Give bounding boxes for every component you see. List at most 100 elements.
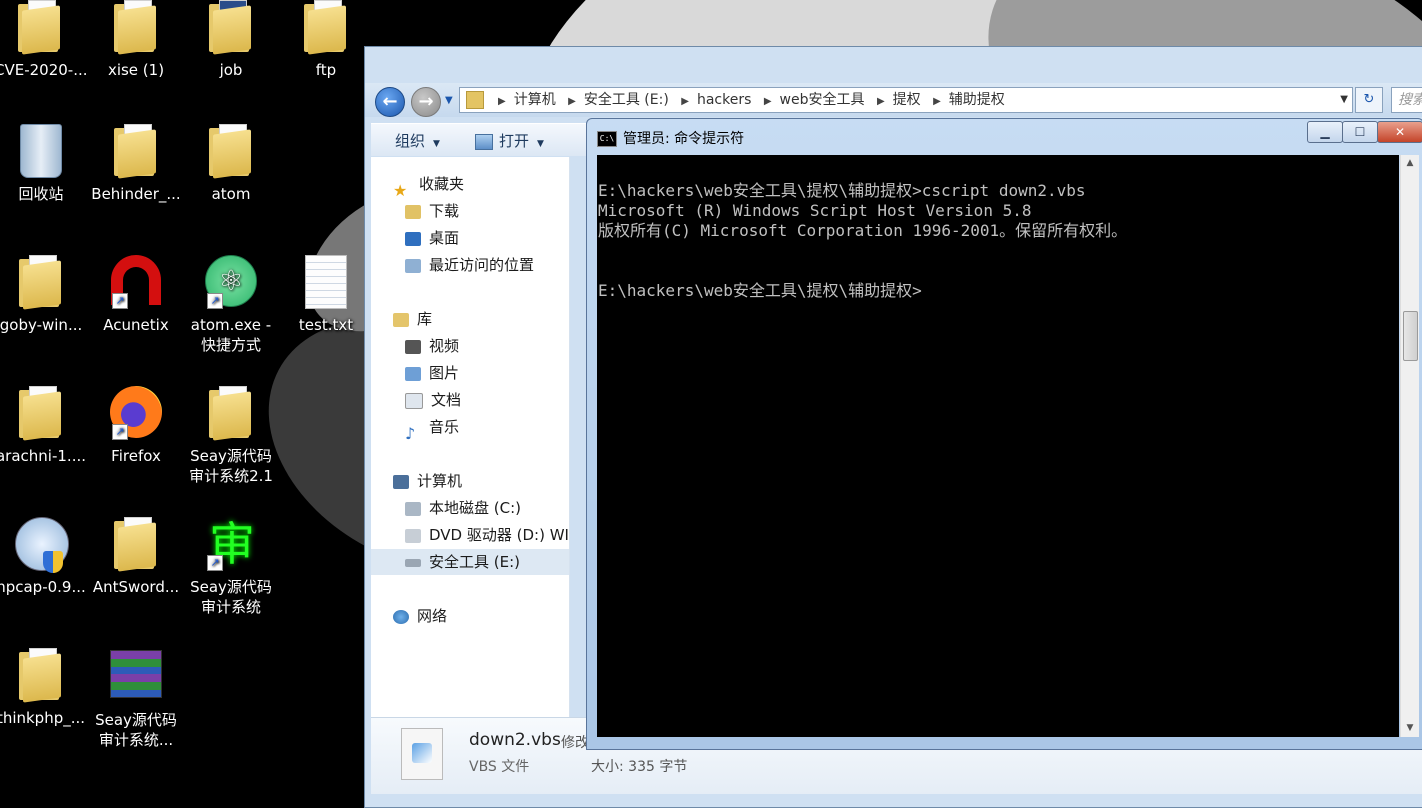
console-line: E:\hackers\web安全工具\提权\辅助提权>: [598, 281, 922, 300]
scroll-up-icon[interactable]: ▲: [1401, 155, 1419, 172]
window-title: 管理员: 命令提示符: [623, 131, 745, 147]
cmd-titlebar[interactable]: C:\ 管理员: 命令提示符 ▁ ☐ ✕: [587, 119, 1422, 155]
desktop-icon-label: 审计系统...: [98, 731, 174, 749]
desktop-icon-ftp-folder[interactable]: ftp: [280, 0, 372, 80]
nav-drive-d[interactable]: DVD 驱动器 (D:) WIN: [405, 522, 569, 548]
maximize-button[interactable]: ☐: [1342, 121, 1378, 143]
desktop-icon-atom-folder[interactable]: atom: [185, 124, 277, 204]
desktop-icon-label: atom: [211, 185, 251, 203]
desktop-icon-label: AntSword...: [92, 578, 180, 596]
desktop-icon-arachni-folder[interactable]: arachni-1....: [0, 386, 87, 466]
open-button[interactable]: 打开 ▼: [475, 130, 544, 151]
desktop-icon-acunetix[interactable]: ↗ Acunetix: [90, 255, 182, 335]
address-dropdown-icon[interactable]: ▼: [1340, 90, 1348, 110]
dvd-drive-icon: [405, 528, 421, 543]
refresh-button[interactable]: ↻: [1355, 87, 1383, 113]
cmd-icon: C:\: [597, 131, 617, 147]
desktop-icon-recycle-bin[interactable]: 回收站: [0, 124, 87, 204]
desktop-icon-xise-folder[interactable]: xise (1): [90, 0, 182, 80]
nav-music[interactable]: ♪ 音乐: [405, 414, 460, 443]
desktop-icon-label: Acunetix: [103, 316, 169, 334]
folder-icon: [15, 255, 67, 311]
refresh-icon: ↻: [1363, 92, 1375, 107]
desktop-icon-goby-folder[interactable]: goby-win...: [0, 255, 87, 335]
chevron-right-icon[interactable]: ▶: [681, 96, 689, 107]
close-button[interactable]: ✕: [1377, 121, 1422, 143]
desktop-icon-thinkphp-folder[interactable]: thinkphp_...: [0, 648, 87, 728]
recycle-bin-icon: [15, 124, 67, 180]
details-file-size: 大小: 335 字节: [591, 759, 688, 775]
breadcrumb-item[interactable]: 辅助提权: [949, 92, 1005, 108]
nav-documents[interactable]: 文档: [405, 387, 461, 413]
desktop-icon-label: thinkphp_...: [0, 709, 86, 727]
nav-libraries[interactable]: 库: [393, 306, 432, 332]
chevron-right-icon[interactable]: ▶: [877, 96, 885, 107]
desktop-icon-firefox[interactable]: ↗ Firefox: [90, 386, 182, 466]
desktop-icon-behinder-folder[interactable]: Behinder_...: [90, 124, 182, 204]
shortcut-arrow-icon: ↗: [207, 555, 223, 571]
desktop-icon-test-txt[interactable]: test.txt: [280, 255, 372, 335]
hard-drive-icon: [405, 558, 421, 567]
recent-places-icon: [405, 258, 421, 273]
nav-desktop[interactable]: 桌面: [405, 225, 459, 251]
music-library-icon: ♪: [405, 423, 416, 443]
console-scrollbar[interactable]: ▲ ▼: [1400, 155, 1419, 737]
nav-pictures[interactable]: 图片: [405, 360, 459, 386]
nav-drive-c[interactable]: 本地磁盘 (C:): [405, 495, 521, 521]
desktop-icon: [405, 231, 421, 246]
folder-icon: [205, 386, 257, 442]
chevron-right-icon[interactable]: ▶: [498, 96, 506, 107]
chevron-right-icon[interactable]: ▶: [568, 96, 576, 107]
desktop-icon-label: 快捷方式: [200, 336, 261, 354]
shortcut-arrow-icon: ↗: [112, 424, 128, 440]
firefox-icon: ↗: [110, 386, 162, 442]
forward-button[interactable]: →: [411, 87, 441, 117]
nav-network[interactable]: 网络: [393, 603, 447, 629]
details-file-type: VBS 文件: [469, 759, 530, 775]
address-bar[interactable]: ▶ 计算机 ▶ 安全工具 (E:) ▶ hackers ▶ web安全工具 ▶ 提权 ▶ 辅…: [459, 87, 1353, 113]
scrollbar-thumb[interactable]: [1403, 311, 1418, 361]
breadcrumb-item[interactable]: 计算机: [514, 92, 556, 108]
organize-label: 组织: [395, 132, 426, 150]
breadcrumb-item[interactable]: web安全工具: [780, 92, 865, 108]
close-icon: ✕: [1394, 125, 1406, 139]
desktop-icon-seay-archive[interactable]: Seay源代码 审计系统...: [90, 648, 182, 750]
desktop-icon-seay-shortcut[interactable]: 审 ↗ Seay源代码 审计系统: [185, 517, 277, 617]
chevron-right-icon[interactable]: ▶: [764, 96, 772, 107]
chevron-right-icon[interactable]: ▶: [933, 96, 941, 107]
console-output[interactable]: E:\hackers\web安全工具\提权\辅助提权>cscript down2…: [597, 155, 1399, 737]
desktop-icon-job-folder[interactable]: job: [185, 0, 277, 80]
details-file-name: down2.vbs: [469, 730, 561, 750]
back-button[interactable]: ←: [375, 87, 405, 117]
nav-videos[interactable]: 视频: [405, 333, 459, 359]
organize-button[interactable]: 组织 ▼: [395, 130, 440, 151]
folder-icon: [14, 0, 66, 56]
desktop-icon-npcap-installer[interactable]: npcap-0.9...: [0, 517, 87, 597]
vbs-file-icon: [401, 728, 443, 780]
desktop-icon-seay-folder[interactable]: Seay源代码 审计系统2.1: [185, 386, 277, 486]
nav-recent-places[interactable]: 最近访问的位置: [405, 252, 534, 278]
breadcrumb-item[interactable]: hackers: [697, 92, 751, 108]
nav-computer[interactable]: 计算机: [393, 468, 462, 494]
desktop-icon-atom-shortcut[interactable]: ⚛ ↗ atom.exe - 快捷方式: [185, 255, 277, 355]
search-input[interactable]: 搜索: [1391, 87, 1422, 113]
recent-pages-dropdown-icon[interactable]: ▼: [445, 95, 453, 106]
nav-drive-e[interactable]: 安全工具 (E:): [371, 549, 569, 575]
libraries-icon: [393, 312, 409, 327]
minimize-button[interactable]: ▁: [1307, 121, 1343, 143]
desktop-icon-antsword-folder[interactable]: AntSword...: [90, 517, 182, 597]
nav-favorites[interactable]: ★ 收藏夹: [393, 171, 464, 200]
breadcrumb-item[interactable]: 提权: [893, 92, 921, 108]
nav-label: 本地磁盘 (C:): [429, 499, 521, 517]
breadcrumb-item[interactable]: 安全工具 (E:): [584, 92, 669, 108]
chevron-down-icon: ▼: [433, 139, 440, 149]
nav-label: 视频: [429, 337, 460, 355]
atom-icon: ⚛ ↗: [205, 255, 257, 311]
nav-label: 音乐: [429, 418, 460, 436]
nav-downloads[interactable]: 下载: [405, 198, 459, 224]
desktop-icon-cve-folder[interactable]: CVE-2020-...: [0, 0, 86, 80]
desktop-icon-label: job: [219, 61, 243, 79]
winrar-archive-icon: [110, 650, 162, 706]
scroll-down-icon[interactable]: ▼: [1401, 720, 1419, 737]
